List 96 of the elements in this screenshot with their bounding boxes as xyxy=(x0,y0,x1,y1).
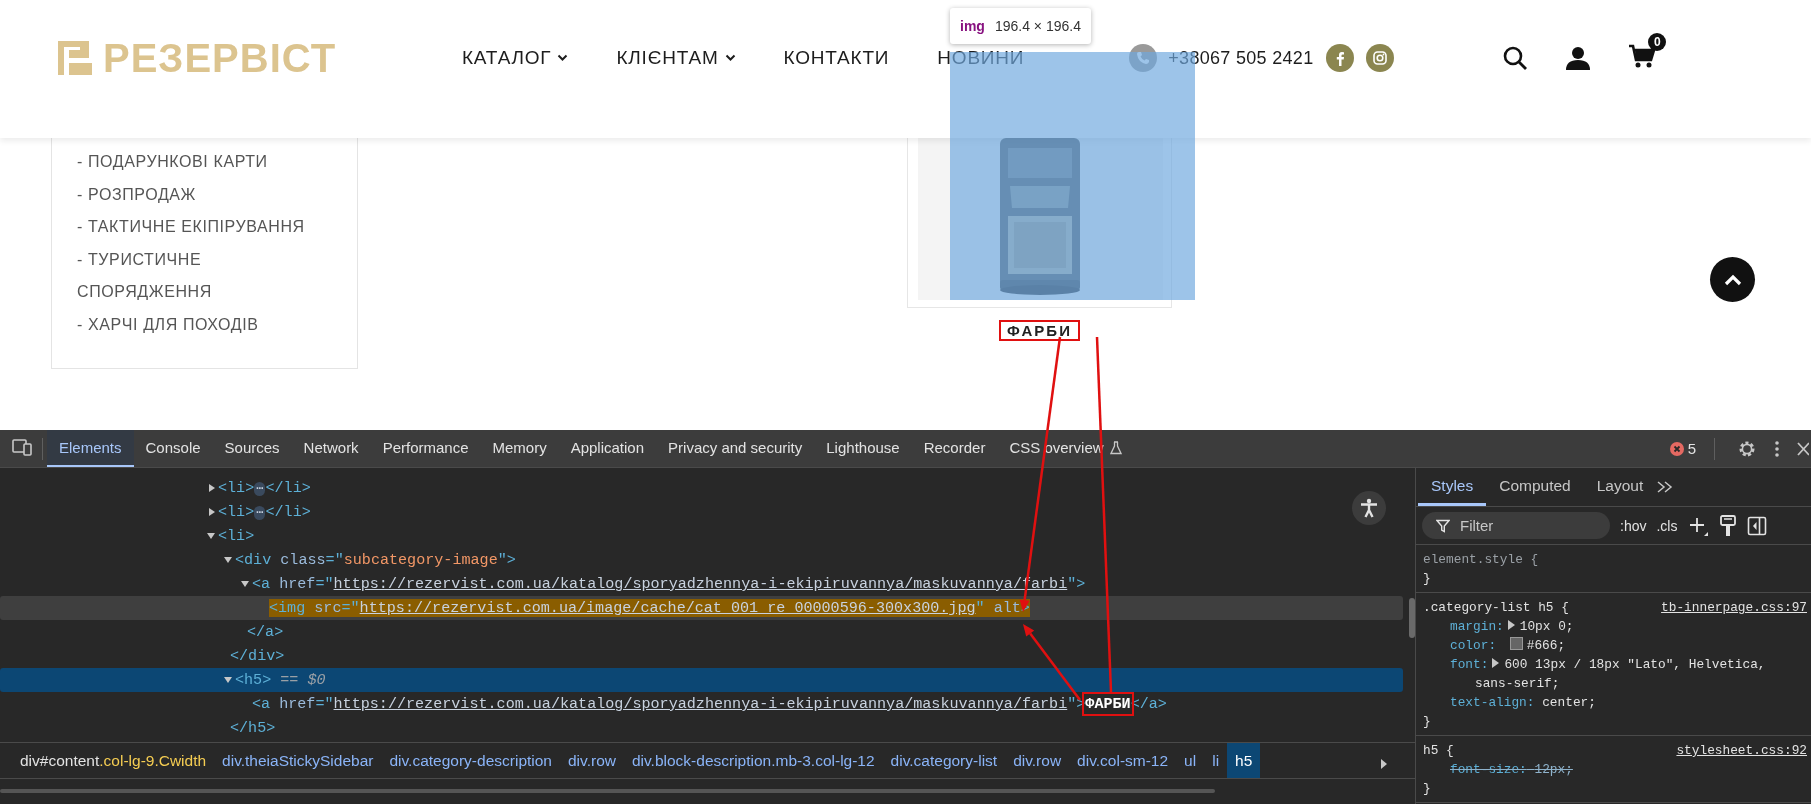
tree-row[interactable]: <li>⋯</li> xyxy=(0,500,1403,524)
scrollbar-thumb[interactable] xyxy=(1409,598,1415,638)
breadcrumb-item[interactable]: div.category-list xyxy=(882,743,1006,778)
closing-brace: } xyxy=(1423,714,1431,729)
tree-row[interactable]: <li> xyxy=(0,524,1403,548)
breadcrumb-item[interactable]: div.category-description xyxy=(381,743,560,778)
category-link[interactable]: - ТУРИСТИЧНЕ СПОРЯДЖЕННЯ xyxy=(77,243,337,309)
styles-pane-tab[interactable]: Styles xyxy=(1418,468,1487,506)
css-declaration: color: #666; xyxy=(1449,636,1567,655)
dom-node-text: <li>⋯</li> xyxy=(218,479,311,497)
tree-row[interactable]: <div class="subcategory-image"> xyxy=(0,548,1403,572)
breadcrumb-item[interactable]: div.col-sm-12 xyxy=(1069,743,1177,778)
category-title[interactable]: ФАРБИ xyxy=(999,320,1080,341)
category-link[interactable]: - ХАРЧІ ДЛЯ ПОХОДІВ xyxy=(77,308,337,341)
styles-pane-tab[interactable]: Layout xyxy=(1583,468,1657,506)
stylesheet-link[interactable]: stylesheet.css:92 xyxy=(1676,741,1807,760)
css-declaration: font-size: 12px; xyxy=(1449,761,1574,779)
breadcrumb-item[interactable]: div.theiaStickySidebar xyxy=(214,743,382,778)
devtools-tab[interactable]: Memory xyxy=(480,430,559,467)
nav-link[interactable]: КОНТАКТИ xyxy=(783,47,890,69)
closing-brace: } xyxy=(1423,571,1431,586)
devtools-tab[interactable]: Privacy and security xyxy=(656,430,815,467)
scroll-right-icon[interactable] xyxy=(1380,759,1388,769)
expanded-arrow-icon[interactable] xyxy=(223,675,235,685)
cart-count-badge: 0 xyxy=(1648,33,1667,51)
breadcrumb-item[interactable]: ul xyxy=(1176,743,1205,778)
nav-link[interactable]: КЛІЄНТАМ xyxy=(616,47,736,69)
css-selector: .category-list h5 { xyxy=(1423,599,1569,617)
css-declaration: font: 600 13px / 18px "Lato", Helvetica, sans-serif; xyxy=(1449,656,1767,693)
expanded-arrow-icon[interactable] xyxy=(240,579,252,589)
horizontal-scrollbar[interactable] xyxy=(0,789,1215,793)
expanded-arrow-icon[interactable] xyxy=(206,531,218,541)
tree-row[interactable]: <li>⋯</li> xyxy=(0,476,1403,500)
device-toggle-icon[interactable] xyxy=(12,438,32,456)
style-toggle[interactable]: :hov xyxy=(1620,517,1647,534)
dom-node-text: <li>⋯</li> xyxy=(218,503,311,521)
chevron-down-icon xyxy=(557,54,569,62)
sidebar-toggle-icon[interactable] xyxy=(1747,515,1768,536)
breadcrumb-item[interactable]: div.block-description.mb-3.col-lg-12 xyxy=(623,743,883,778)
more-options-icon[interactable] xyxy=(1775,439,1779,458)
expanded-arrow-icon[interactable] xyxy=(223,555,235,565)
dom-node-text: <li> xyxy=(218,527,255,545)
accessibility-button[interactable] xyxy=(1352,491,1386,525)
tooltip-tag: img xyxy=(960,18,985,34)
style-toggle[interactable]: .cls xyxy=(1656,517,1678,534)
accessibility-icon xyxy=(1360,498,1378,518)
breadcrumb-item[interactable]: div.row xyxy=(1005,743,1070,778)
css-declaration: text-align: center; xyxy=(1449,694,1597,712)
search-icon[interactable] xyxy=(1502,45,1529,71)
css-selector: h5 { xyxy=(1423,742,1454,760)
color-swatch[interactable] xyxy=(1509,637,1523,650)
closing-brace: } xyxy=(1423,781,1431,796)
devtools-tab[interactable]: Application xyxy=(558,430,657,467)
devtools-tab[interactable]: Sources xyxy=(212,430,292,467)
chevron-down-icon xyxy=(724,54,736,62)
instagram-icon[interactable] xyxy=(1366,44,1395,72)
error-count[interactable]: 5 xyxy=(1669,440,1696,457)
user-icon[interactable] xyxy=(1566,46,1591,70)
phone-icon xyxy=(1129,44,1158,72)
flask-icon xyxy=(1109,440,1122,455)
more-tabs-icon[interactable] xyxy=(1656,480,1675,494)
css-declaration: margin: 10px 0; xyxy=(1449,618,1575,636)
filter-field[interactable]: Filter xyxy=(1422,512,1610,539)
devtools-tab[interactable]: Console xyxy=(133,430,213,467)
devtools-tab[interactable]: Performance xyxy=(370,430,481,467)
stylesheet-link[interactable]: tb-innerpage.css:97 xyxy=(1661,598,1807,617)
breadcrumb-item[interactable]: h5 xyxy=(1227,743,1261,778)
tree-row[interactable]: <h5> == $0 xyxy=(0,668,1403,692)
devtools-tab[interactable]: Recorder xyxy=(911,430,998,467)
category-link[interactable]: - ТАКТИЧНЕ ЕКІПІРУВАННЯ xyxy=(77,211,337,244)
url-link[interactable]: https://rezervist.com.ua/image/cache/cat_001_re_00000596-300x300.jpg xyxy=(359,599,976,617)
breadcrumb-item[interactable]: div.row xyxy=(560,743,624,778)
logo-mark-icon xyxy=(55,38,95,78)
breadcrumb-item[interactable]: li xyxy=(1204,743,1228,778)
styles-pane-tab[interactable]: Computed xyxy=(1486,468,1584,506)
dom-node-text: <div class="subcategory-image"> xyxy=(235,551,516,569)
scroll-to-top-button[interactable] xyxy=(1710,257,1755,302)
chevron-up-icon xyxy=(1723,273,1742,286)
close-icon[interactable] xyxy=(1797,441,1809,456)
devtools-tab[interactable]: Lighthouse xyxy=(814,430,912,467)
category-link[interactable]: - РОЗПРОДАЖ xyxy=(77,178,337,211)
closing-tag: </h5> xyxy=(230,719,276,737)
css-selector: element.style { xyxy=(1423,551,1539,569)
url-link[interactable]: https://rezervist.com.ua/katalog/sporyadzhennya-i-ekipiruvannya/maskuvannya/farbi xyxy=(333,695,1068,713)
devtools-tab[interactable]: Network xyxy=(291,430,371,467)
category-link[interactable]: - ПОДАРУНКОВІ КАРТИ xyxy=(77,146,337,179)
paint-roller-icon[interactable] xyxy=(1719,514,1738,537)
facebook-icon[interactable] xyxy=(1326,44,1355,72)
devtools-tab[interactable]: Elements xyxy=(47,430,134,467)
phone-number[interactable]: +38067 505 2421 xyxy=(1168,47,1314,69)
nav-link[interactable]: КАТАЛОГ xyxy=(462,47,569,69)
closing-tag: </div> xyxy=(230,647,285,665)
dom-node-text: <h5> == $0 xyxy=(235,671,326,689)
breadcrumb-item[interactable]: div#content.col-lg-9.Cwidth xyxy=(12,743,215,778)
tooltip-size: 196.4 × 196.4 xyxy=(994,18,1081,34)
closing-tag: </a> xyxy=(247,623,284,641)
